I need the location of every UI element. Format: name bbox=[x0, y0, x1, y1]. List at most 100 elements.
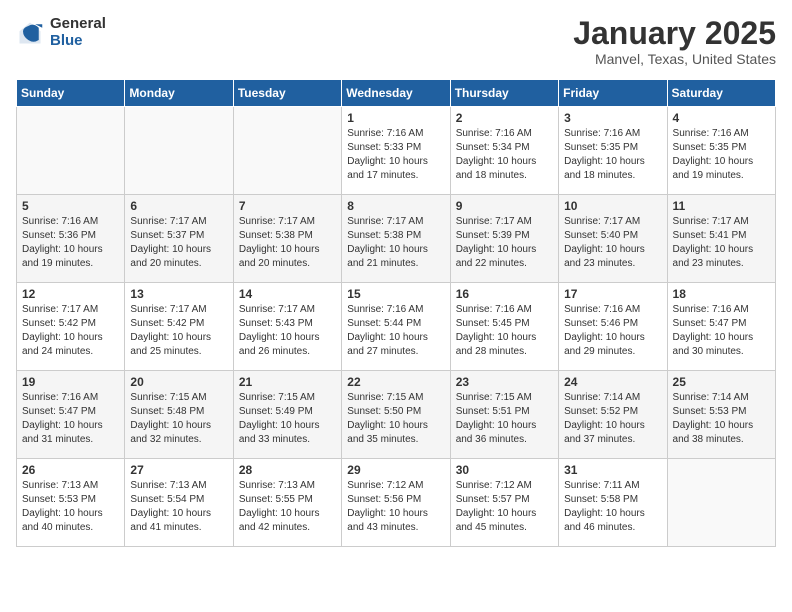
day-number: 27 bbox=[130, 463, 227, 477]
calendar-cell: 9Sunrise: 7:17 AM Sunset: 5:39 PM Daylig… bbox=[450, 195, 558, 283]
calendar-cell: 5Sunrise: 7:16 AM Sunset: 5:36 PM Daylig… bbox=[17, 195, 125, 283]
day-info: Sunrise: 7:16 AM Sunset: 5:47 PM Dayligh… bbox=[673, 303, 770, 359]
col-friday: Friday bbox=[559, 80, 667, 107]
day-info: Sunrise: 7:14 AM Sunset: 5:52 PM Dayligh… bbox=[564, 391, 661, 447]
calendar-table: Sunday Monday Tuesday Wednesday Thursday… bbox=[16, 79, 776, 547]
day-info: Sunrise: 7:17 AM Sunset: 5:38 PM Dayligh… bbox=[347, 215, 444, 271]
day-number: 20 bbox=[130, 375, 227, 389]
day-number: 23 bbox=[456, 375, 553, 389]
calendar-cell bbox=[17, 107, 125, 195]
page-header: General Blue January 2025 Manvel, Texas,… bbox=[16, 16, 776, 67]
logo-blue-label: Blue bbox=[50, 33, 106, 50]
day-info: Sunrise: 7:17 AM Sunset: 5:42 PM Dayligh… bbox=[130, 303, 227, 359]
logo: General Blue bbox=[16, 16, 106, 49]
day-number: 2 bbox=[456, 111, 553, 125]
calendar-cell: 23 Sunrise: 7:15 AM Sunset: 5:51 PM Dayli… bbox=[450, 371, 558, 459]
day-info: Sunrise: 7:16 AM Sunset: 5:46 PM Dayligh… bbox=[564, 303, 661, 359]
calendar-week-row: 1 Sunrise: 7:16 AM Sunset: 5:33 PM Daylig… bbox=[17, 107, 776, 195]
calendar-cell: 7 Sunrise: 7:17 AM Sunset: 5:38 PM Daylig… bbox=[233, 195, 341, 283]
day-info: Sunrise: 7:16 AM Sunset: 5:35 PM Dayligh… bbox=[564, 127, 661, 183]
day-info: Sunrise: 7:13 AM Sunset: 5:54 PM Dayligh… bbox=[130, 479, 227, 535]
calendar-week-row: 26 Sunrise: 7:13 AM Sunset: 5:53 PM Dayli… bbox=[17, 459, 776, 547]
day-number: 24 bbox=[564, 375, 661, 389]
day-number: 15 bbox=[347, 287, 444, 301]
calendar-week-row: 19 Sunrise: 7:16 AM Sunset: 5:47 PM Dayli… bbox=[17, 371, 776, 459]
day-number: 9 bbox=[456, 199, 553, 213]
col-sunday: Sunday bbox=[17, 80, 125, 107]
day-number: 25 bbox=[673, 375, 770, 389]
calendar-cell bbox=[667, 459, 775, 547]
calendar-cell: 1 Sunrise: 7:16 AM Sunset: 5:33 PM Daylig… bbox=[342, 107, 450, 195]
weekday-row: Sunday Monday Tuesday Wednesday Thursday… bbox=[17, 80, 776, 107]
day-number: 8 bbox=[347, 199, 444, 213]
col-monday: Monday bbox=[125, 80, 233, 107]
calendar-cell: 18 Sunrise: 7:16 AM Sunset: 5:47 PM Dayli… bbox=[667, 283, 775, 371]
calendar-cell bbox=[233, 107, 341, 195]
day-number: 12 bbox=[22, 287, 119, 301]
calendar-cell: 30 Sunrise: 7:12 AM Sunset: 5:57 PM Dayli… bbox=[450, 459, 558, 547]
location-label: Manvel, Texas, United States bbox=[573, 51, 776, 67]
calendar-cell: 3 Sunrise: 7:16 AM Sunset: 5:35 PM Daylig… bbox=[559, 107, 667, 195]
day-info: Sunrise: 7:14 AM Sunset: 5:53 PM Dayligh… bbox=[673, 391, 770, 447]
col-tuesday: Tuesday bbox=[233, 80, 341, 107]
day-number: 16 bbox=[456, 287, 553, 301]
calendar-cell: 24 Sunrise: 7:14 AM Sunset: 5:52 PM Dayli… bbox=[559, 371, 667, 459]
day-number: 31 bbox=[564, 463, 661, 477]
day-number: 6 bbox=[130, 199, 227, 213]
calendar-cell: 21 Sunrise: 7:15 AM Sunset: 5:49 PM Dayli… bbox=[233, 371, 341, 459]
day-info: Sunrise: 7:17 AM Sunset: 5:38 PM Dayligh… bbox=[239, 215, 336, 271]
day-number: 18 bbox=[673, 287, 770, 301]
logo-text: General Blue bbox=[50, 16, 106, 49]
day-number: 14 bbox=[239, 287, 336, 301]
day-info: Sunrise: 7:15 AM Sunset: 5:51 PM Dayligh… bbox=[456, 391, 553, 447]
day-number: 19 bbox=[22, 375, 119, 389]
day-info: Sunrise: 7:13 AM Sunset: 5:55 PM Dayligh… bbox=[239, 479, 336, 535]
day-number: 17 bbox=[564, 287, 661, 301]
day-number: 1 bbox=[347, 111, 444, 125]
day-number: 7 bbox=[239, 199, 336, 213]
day-info: Sunrise: 7:15 AM Sunset: 5:50 PM Dayligh… bbox=[347, 391, 444, 447]
calendar-cell: 31 Sunrise: 7:11 AM Sunset: 5:58 PM Dayli… bbox=[559, 459, 667, 547]
day-info: Sunrise: 7:12 AM Sunset: 5:56 PM Dayligh… bbox=[347, 479, 444, 535]
calendar-week-row: 5Sunrise: 7:16 AM Sunset: 5:36 PM Daylig… bbox=[17, 195, 776, 283]
day-info: Sunrise: 7:13 AM Sunset: 5:53 PM Dayligh… bbox=[22, 479, 119, 535]
calendar-cell: 25 Sunrise: 7:14 AM Sunset: 5:53 PM Dayli… bbox=[667, 371, 775, 459]
day-number: 10 bbox=[564, 199, 661, 213]
calendar-cell: 4Sunrise: 7:16 AM Sunset: 5:35 PM Daylig… bbox=[667, 107, 775, 195]
calendar-cell: 16Sunrise: 7:16 AM Sunset: 5:45 PM Dayli… bbox=[450, 283, 558, 371]
day-info: Sunrise: 7:16 AM Sunset: 5:44 PM Dayligh… bbox=[347, 303, 444, 359]
day-number: 30 bbox=[456, 463, 553, 477]
day-info: Sunrise: 7:12 AM Sunset: 5:57 PM Dayligh… bbox=[456, 479, 553, 535]
calendar-cell: 29Sunrise: 7:12 AM Sunset: 5:56 PM Dayli… bbox=[342, 459, 450, 547]
day-info: Sunrise: 7:16 AM Sunset: 5:33 PM Dayligh… bbox=[347, 127, 444, 183]
calendar-cell: 17 Sunrise: 7:16 AM Sunset: 5:46 PM Dayli… bbox=[559, 283, 667, 371]
day-info: Sunrise: 7:17 AM Sunset: 5:37 PM Dayligh… bbox=[130, 215, 227, 271]
col-saturday: Saturday bbox=[667, 80, 775, 107]
day-info: Sunrise: 7:17 AM Sunset: 5:41 PM Dayligh… bbox=[673, 215, 770, 271]
calendar-cell: 15 Sunrise: 7:16 AM Sunset: 5:44 PM Dayli… bbox=[342, 283, 450, 371]
day-info: Sunrise: 7:17 AM Sunset: 5:40 PM Dayligh… bbox=[564, 215, 661, 271]
calendar-cell: 10 Sunrise: 7:17 AM Sunset: 5:40 PM Dayli… bbox=[559, 195, 667, 283]
day-number: 11 bbox=[673, 199, 770, 213]
logo-icon bbox=[16, 19, 44, 47]
calendar-header: Sunday Monday Tuesday Wednesday Thursday… bbox=[17, 80, 776, 107]
title-block: January 2025 Manvel, Texas, United State… bbox=[573, 16, 776, 67]
day-number: 3 bbox=[564, 111, 661, 125]
day-info: Sunrise: 7:16 AM Sunset: 5:47 PM Dayligh… bbox=[22, 391, 119, 447]
day-info: Sunrise: 7:16 AM Sunset: 5:34 PM Dayligh… bbox=[456, 127, 553, 183]
day-info: Sunrise: 7:11 AM Sunset: 5:58 PM Dayligh… bbox=[564, 479, 661, 535]
day-number: 13 bbox=[130, 287, 227, 301]
day-info: Sunrise: 7:15 AM Sunset: 5:49 PM Dayligh… bbox=[239, 391, 336, 447]
calendar-cell: 28 Sunrise: 7:13 AM Sunset: 5:55 PM Dayli… bbox=[233, 459, 341, 547]
calendar-cell bbox=[125, 107, 233, 195]
day-number: 26 bbox=[22, 463, 119, 477]
calendar-cell: 6 Sunrise: 7:17 AM Sunset: 5:37 PM Daylig… bbox=[125, 195, 233, 283]
calendar-cell: 11 Sunrise: 7:17 AM Sunset: 5:41 PM Dayli… bbox=[667, 195, 775, 283]
calendar-cell: 22Sunrise: 7:15 AM Sunset: 5:50 PM Dayli… bbox=[342, 371, 450, 459]
day-number: 28 bbox=[239, 463, 336, 477]
day-info: Sunrise: 7:16 AM Sunset: 5:35 PM Dayligh… bbox=[673, 127, 770, 183]
month-title: January 2025 bbox=[573, 16, 776, 51]
day-number: 21 bbox=[239, 375, 336, 389]
calendar-cell: 20Sunrise: 7:15 AM Sunset: 5:48 PM Dayli… bbox=[125, 371, 233, 459]
day-info: Sunrise: 7:17 AM Sunset: 5:42 PM Dayligh… bbox=[22, 303, 119, 359]
